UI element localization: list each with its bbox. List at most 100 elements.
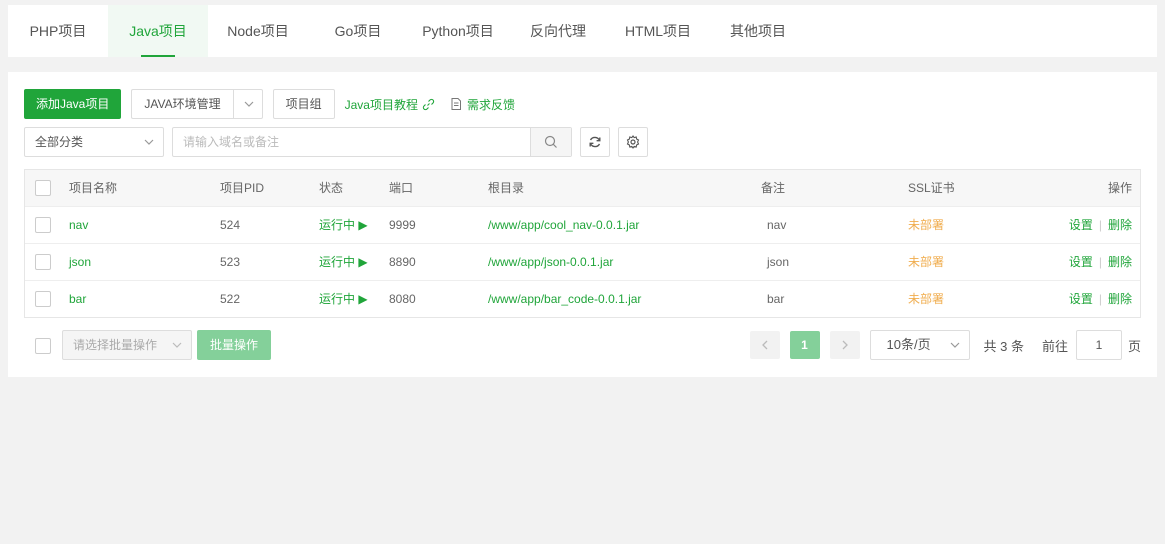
refresh-button[interactable] xyxy=(580,127,610,157)
project-port: 9999 xyxy=(389,218,416,232)
status-running[interactable]: 运行中 ▶ xyxy=(319,281,368,317)
table-header-row: 项目名称 项目PID 状态 端口 根目录 备注 SSL证书 操作 xyxy=(25,170,1140,206)
header-remark: 备注 xyxy=(761,181,786,195)
project-panel: 添加Java项目 JAVA环境管理 项目组 Java项目教程 需求反馈 全部分类… xyxy=(8,72,1157,377)
project-pid: 522 xyxy=(220,292,241,306)
project-name-link[interactable]: bar xyxy=(69,281,86,317)
java-env-dropdown-toggle[interactable] xyxy=(232,89,263,119)
project-tabs: PHP项目 Java项目 Node项目 Go项目 Python项目 反向代理 H… xyxy=(8,5,1157,57)
header-pid: 项目PID xyxy=(220,181,265,195)
search-input[interactable] xyxy=(173,128,530,156)
batch-select-all-checkbox[interactable] xyxy=(35,338,51,354)
header-status: 状态 xyxy=(319,181,344,195)
tab-html[interactable]: HTML项目 xyxy=(608,5,708,57)
chevron-left-icon xyxy=(761,340,767,350)
settings-button[interactable] xyxy=(618,127,648,157)
project-port: 8890 xyxy=(389,255,416,269)
row-checkbox[interactable] xyxy=(35,217,51,233)
add-java-project-button[interactable]: 添加Java项目 xyxy=(24,89,122,119)
action-separator: | xyxy=(1098,292,1102,306)
java-env-button[interactable]: JAVA环境管理 xyxy=(131,89,233,119)
table-row: json 523 运行中 ▶ 8890 /www/app/json-0.0.1.… xyxy=(25,243,1140,280)
delete-link[interactable]: 删除 xyxy=(1108,207,1132,243)
chevron-down-icon xyxy=(171,331,183,359)
header-root: 根目录 xyxy=(488,181,525,195)
table-row: nav 524 运行中 ▶ 9999 /www/app/cool_nav-0.0… xyxy=(25,206,1140,243)
search-icon xyxy=(544,135,557,148)
header-ops: 操作 xyxy=(1107,181,1132,195)
select-all-checkbox[interactable] xyxy=(35,180,51,196)
java-tutorial-label: Java项目教程 xyxy=(344,97,418,112)
project-name-link[interactable]: nav xyxy=(69,207,88,243)
table-footer: 请选择批量操作 批量操作 1 10条/页 共 3 条 前往 1 页 xyxy=(24,330,1141,360)
refresh-icon xyxy=(589,136,601,148)
batch-action-select-value: 请选择批量操作 xyxy=(73,338,158,352)
header-port: 端口 xyxy=(389,181,414,195)
pagination: 1 10条/页 共 3 条 前往 页 xyxy=(749,330,1141,360)
batch-action-button[interactable]: 批量操作 xyxy=(197,330,271,360)
ssl-status[interactable]: 未部署 xyxy=(908,244,944,280)
tab-go[interactable]: Go项目 xyxy=(308,5,408,57)
header-name[interactable]: 项目名称 xyxy=(69,170,117,206)
ssl-status[interactable]: 未部署 xyxy=(908,207,944,243)
project-root-link[interactable]: /www/app/bar_code-0.0.1.jar xyxy=(488,281,641,317)
settings-link[interactable]: 设置 xyxy=(1069,207,1093,243)
next-page-button[interactable] xyxy=(829,331,860,359)
java-env-split-button: JAVA环境管理 xyxy=(131,89,263,119)
goto-prefix: 前往 xyxy=(1041,338,1068,354)
project-pid: 523 xyxy=(220,255,241,269)
header-ssl: SSL证书 xyxy=(908,181,955,195)
tab-java[interactable]: Java项目 xyxy=(108,5,208,57)
search-box xyxy=(172,127,572,157)
category-select[interactable]: 全部分类 xyxy=(24,127,164,157)
total-count: 共 3 条 xyxy=(983,338,1024,354)
project-remark[interactable]: nav xyxy=(767,207,786,243)
gear-icon xyxy=(626,135,640,149)
status-running[interactable]: 运行中 ▶ xyxy=(319,207,368,243)
row-checkbox[interactable] xyxy=(35,291,51,307)
action-separator: | xyxy=(1098,255,1102,269)
row-actions: 设置 | 删除 xyxy=(1069,244,1132,280)
project-table: 项目名称 项目PID 状态 端口 根目录 备注 SSL证书 操作 nav 524… xyxy=(24,169,1141,318)
table-row: bar 522 运行中 ▶ 8080 /www/app/bar_code-0.0… xyxy=(25,280,1140,317)
project-root-link[interactable]: /www/app/json-0.0.1.jar xyxy=(488,244,613,280)
tab-other[interactable]: 其他项目 xyxy=(708,5,808,57)
status-running[interactable]: 运行中 ▶ xyxy=(319,244,368,280)
toolbar: 添加Java项目 JAVA环境管理 项目组 Java项目教程 需求反馈 xyxy=(24,89,515,119)
project-root-link[interactable]: /www/app/cool_nav-0.0.1.jar xyxy=(488,207,639,243)
project-group-button[interactable]: 项目组 xyxy=(272,89,335,119)
chevron-right-icon xyxy=(842,340,848,350)
page-size-value: 10条/页 xyxy=(886,337,931,352)
delete-link[interactable]: 删除 xyxy=(1108,244,1132,280)
row-checkbox[interactable] xyxy=(35,254,51,270)
project-name-link[interactable]: json xyxy=(69,244,91,280)
chevron-down-icon xyxy=(244,101,254,107)
prev-page-button[interactable] xyxy=(749,331,780,359)
ssl-status[interactable]: 未部署 xyxy=(908,281,944,317)
page-number-current[interactable]: 1 xyxy=(789,331,820,359)
batch-action-select[interactable]: 请选择批量操作 xyxy=(62,330,192,360)
java-tutorial-link[interactable]: Java项目教程 xyxy=(345,96,435,113)
feedback-link[interactable]: 需求反馈 xyxy=(450,96,515,113)
settings-link[interactable]: 设置 xyxy=(1069,281,1093,317)
goto-page-input[interactable] xyxy=(1075,330,1122,360)
delete-link[interactable]: 删除 xyxy=(1108,281,1132,317)
chevron-down-icon xyxy=(949,331,961,359)
tab-node[interactable]: Node项目 xyxy=(208,5,308,57)
project-port: 8080 xyxy=(389,292,416,306)
settings-link[interactable]: 设置 xyxy=(1069,244,1093,280)
search-button[interactable] xyxy=(530,128,571,156)
row-actions: 设置 | 删除 xyxy=(1069,207,1132,243)
page-size-select[interactable]: 10条/页 xyxy=(869,330,970,360)
project-pid: 524 xyxy=(220,218,241,232)
edit-document-icon xyxy=(451,98,461,110)
tab-python[interactable]: Python项目 xyxy=(408,5,508,57)
tab-reverse-proxy[interactable]: 反向代理 xyxy=(508,5,608,57)
link-icon xyxy=(422,98,435,110)
feedback-label: 需求反馈 xyxy=(466,97,515,112)
project-remark[interactable]: bar xyxy=(767,281,784,317)
chevron-down-icon xyxy=(143,128,155,156)
tab-php[interactable]: PHP项目 xyxy=(8,5,108,57)
category-select-value: 全部分类 xyxy=(35,135,84,149)
project-remark[interactable]: json xyxy=(767,244,789,280)
